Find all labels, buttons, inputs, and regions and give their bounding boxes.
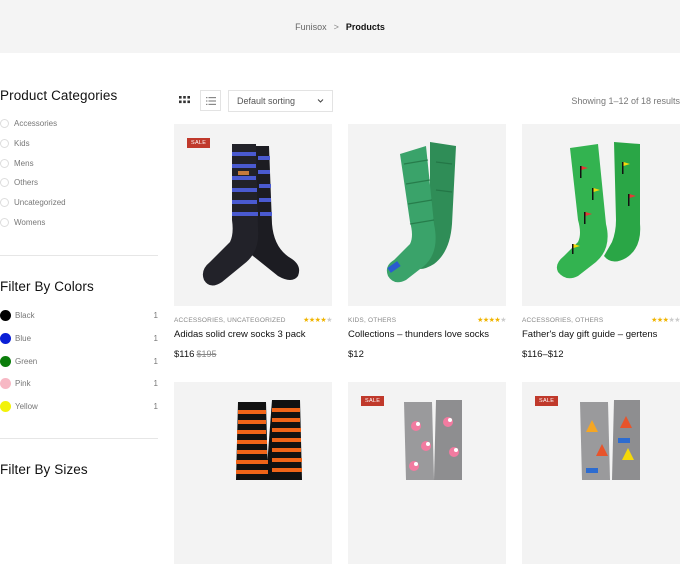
old-price: $195 — [196, 349, 217, 359]
category-label: Womens — [14, 217, 46, 227]
radio-icon[interactable] — [0, 158, 9, 168]
color-item-yellow[interactable]: Yellow 1 — [0, 395, 158, 418]
color-swatch — [0, 332, 11, 344]
result-count: Showing 1–12 of 18 results — [571, 96, 680, 106]
product-image[interactable]: SALE — [522, 382, 680, 564]
radio-icon[interactable] — [0, 139, 9, 149]
color-label: Black — [15, 311, 35, 321]
product-meta: ACCESSORIES, UNCATEGORIZED ★★★★★ — [174, 316, 332, 325]
sock-image — [556, 142, 641, 279]
product-price: $12 — [348, 349, 506, 360]
product-image[interactable]: SALE — [174, 124, 332, 306]
color-swatch — [0, 378, 11, 390]
radio-icon[interactable] — [0, 178, 9, 188]
product-image[interactable] — [174, 382, 332, 564]
category-label: Others — [14, 178, 39, 188]
color-swatch — [0, 310, 11, 322]
product-title[interactable]: Father's day gift guide – gertens — [522, 329, 680, 340]
product-categories[interactable]: ACCESSORIES, OTHERS — [522, 317, 603, 324]
product-meta: ACCESSORIES, OTHERS ★★★★★ — [522, 316, 680, 325]
product-image[interactable] — [348, 124, 506, 306]
divider — [0, 255, 158, 257]
color-item-blue[interactable]: Blue 1 — [0, 327, 158, 350]
product-image[interactable]: SALE — [348, 382, 506, 564]
product-categories[interactable]: KIDS, OTHERS — [348, 317, 396, 324]
color-label: Yellow — [15, 402, 38, 412]
categories-title: Product Categories — [0, 88, 118, 103]
color-item-pink[interactable]: Pink 1 — [0, 373, 158, 396]
radio-icon[interactable] — [0, 217, 9, 227]
color-label: Green — [15, 356, 38, 366]
category-item-others[interactable]: Others — [0, 173, 158, 193]
category-label: Uncategorized — [14, 198, 66, 208]
color-item-black[interactable]: Black 1 — [0, 304, 158, 327]
category-item-womens[interactable]: Womens — [0, 212, 158, 232]
color-count: 1 — [153, 379, 158, 389]
sock-image — [386, 142, 456, 283]
product-card[interactable]: KIDS, OTHERS ★★★★★ Collections – thunder… — [348, 124, 506, 360]
rating-stars-icon: ★★★★★ — [303, 317, 332, 324]
product-card[interactable]: SALE — [522, 382, 680, 564]
current-price: $116 — [174, 349, 195, 360]
sale-badge: SALE — [361, 396, 385, 406]
product-title[interactable]: Collections – thunders love socks — [348, 329, 506, 340]
category-label: Accessories — [14, 119, 58, 129]
rating-stars-icon: ★★★★★ — [477, 317, 506, 324]
product-card[interactable]: SALE — [348, 382, 506, 564]
product-price: $116 $195 — [174, 349, 332, 360]
category-list: Accessories Kids Mens Others Uncategoriz… — [0, 114, 158, 232]
category-item-kids[interactable]: Kids — [0, 134, 158, 154]
breadcrumb: Funisox > Products — [0, 0, 680, 53]
grid-view-button[interactable] — [174, 90, 195, 111]
sidebar: Product Categories Accessories Kids Mens… — [0, 88, 158, 477]
colors-title: Filter By Colors — [0, 279, 94, 295]
sock-image — [236, 400, 302, 480]
product-card[interactable] — [174, 382, 332, 564]
sale-badge: SALE — [187, 138, 211, 148]
product-categories[interactable]: ACCESSORIES, UNCATEGORIZED — [174, 317, 286, 324]
radio-icon[interactable] — [0, 119, 9, 129]
current-price: $116–$12 — [522, 349, 564, 360]
color-count: 1 — [153, 311, 158, 321]
color-item-green[interactable]: Green 1 — [0, 350, 158, 373]
color-swatch — [0, 401, 11, 413]
radio-icon[interactable] — [0, 198, 9, 208]
sort-select[interactable]: Default sorting — [228, 90, 333, 112]
list-icon — [205, 96, 216, 105]
product-card[interactable]: SALE ACCESSORIES, UNCATEGORIZED ★★★★★ Ad… — [174, 124, 332, 360]
color-count: 1 — [153, 356, 158, 366]
breadcrumb-current: Products — [345, 21, 385, 32]
current-price: $12 — [348, 349, 364, 360]
breadcrumb-home-link[interactable]: Funisox — [295, 22, 327, 32]
color-count: 1 — [153, 333, 158, 343]
category-label: Kids — [14, 139, 30, 149]
sock-image — [202, 144, 300, 286]
product-card[interactable]: ACCESSORIES, OTHERS ★★★★★ Father's day g… — [522, 124, 680, 360]
color-swatch — [0, 355, 11, 367]
category-item-accessories[interactable]: Accessories — [0, 114, 158, 134]
color-count: 1 — [153, 402, 158, 412]
category-item-uncategorized[interactable]: Uncategorized — [0, 193, 158, 213]
sort-label: Default sorting — [237, 96, 296, 106]
product-image[interactable] — [522, 124, 680, 306]
chevron-down-icon — [317, 99, 324, 103]
product-meta: KIDS, OTHERS ★★★★★ — [348, 316, 506, 325]
sale-badge: SALE — [535, 396, 559, 406]
sock-image — [580, 400, 640, 480]
product-price: $116–$12 — [522, 349, 680, 360]
list-view-button[interactable] — [200, 90, 221, 111]
color-label: Pink — [15, 379, 31, 389]
grid-icon — [179, 96, 190, 104]
color-label: Blue — [15, 333, 32, 343]
sizes-title: Filter By Sizes — [0, 462, 88, 478]
shop-toolbar: Default sorting Showing 1–12 of 18 resul… — [174, 90, 680, 112]
rating-stars-icon: ★★★★★ — [651, 317, 680, 324]
divider — [0, 438, 158, 440]
category-item-mens[interactable]: Mens — [0, 153, 158, 173]
color-list: Black 1 Blue 1 Green 1 Pink 1 Yellow 1 — [0, 304, 158, 418]
sock-image — [404, 400, 462, 480]
breadcrumb-separator: > — [333, 21, 339, 32]
product-title[interactable]: Adidas solid crew socks 3 pack — [174, 329, 332, 340]
category-label: Mens — [14, 158, 34, 168]
